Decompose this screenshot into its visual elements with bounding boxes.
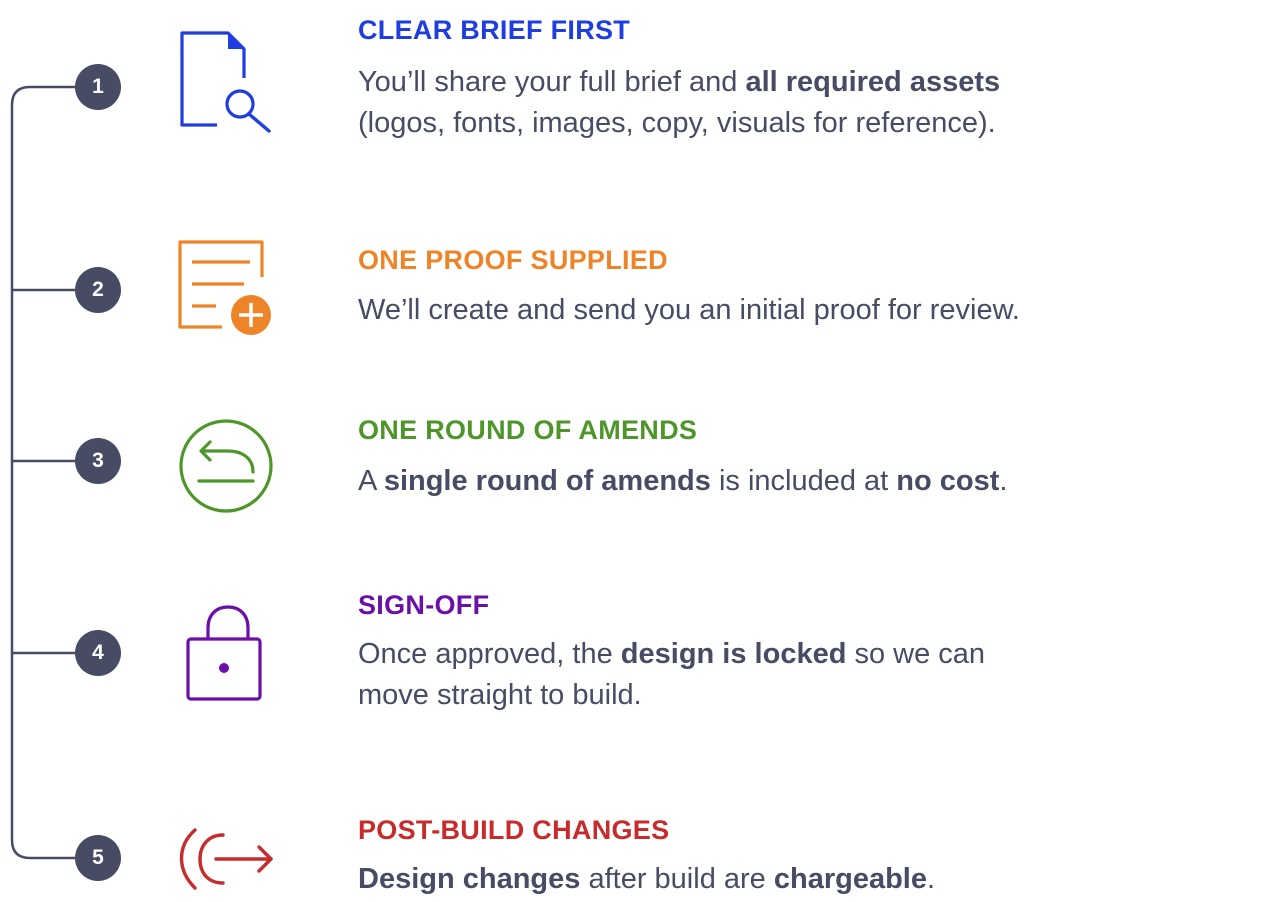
document-search-icon: [180, 31, 271, 133]
step-2-badge: 2: [75, 267, 121, 313]
step-5-title: POST-BUILD CHANGES: [358, 815, 670, 845]
step-1-description: You’ll share your full brief and all req…: [358, 66, 1001, 139]
step-4-badge: 4: [75, 630, 121, 676]
padlock-icon: [186, 605, 262, 701]
step-4-description: Once approved, the design is locked so w…: [358, 638, 986, 711]
step-3-description: A single round of amends is included at …: [358, 465, 1008, 497]
step-3-badge: 3: [75, 438, 121, 484]
step-1-title: CLEAR BRIEF FIRST: [358, 15, 631, 45]
step-1-badge: 1: [75, 64, 121, 110]
step-2-title: ONE PROOF SUPPLIED: [358, 245, 668, 275]
step-4-title: SIGN-OFF: [358, 590, 490, 620]
step-3-title: ONE ROUND OF AMENDS: [358, 415, 698, 445]
undo-circle-icon: [179, 419, 273, 513]
step-5-description: Design changes after build are chargeabl…: [358, 863, 936, 895]
document-add-icon: [178, 240, 271, 335]
exit-arrow-icon: [179, 828, 273, 890]
step-5-badge: 5: [75, 835, 121, 881]
step-2-description: We’ll create and send you an initial pro…: [358, 294, 1020, 326]
